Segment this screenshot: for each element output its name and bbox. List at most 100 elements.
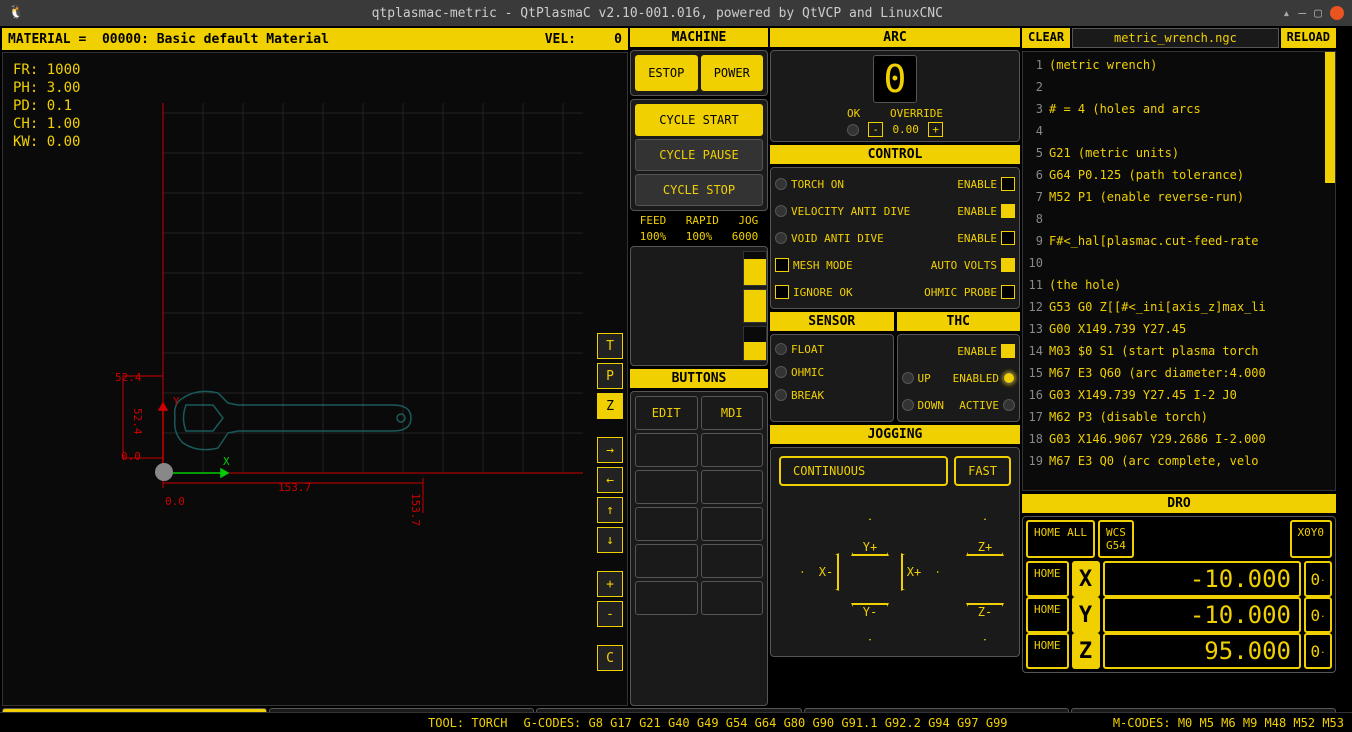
axis-x-label: X — [1072, 561, 1100, 597]
close-icon[interactable] — [1330, 6, 1344, 20]
gcode-line[interactable]: 15M67 E3 Q60 (arc diameter:4.000 — [1025, 362, 1333, 384]
jog-z-plus-button[interactable]: Z+ — [966, 518, 1004, 556]
rapid-slider[interactable] — [743, 289, 767, 324]
gcode-line[interactable]: 12G53 G0 Z[[#<_ini[axis_z]max_li — [1025, 296, 1333, 318]
x0y0-button[interactable]: X0Y0 — [1290, 520, 1333, 558]
user-button-10[interactable] — [701, 544, 764, 578]
wcs-button[interactable]: WCS G54 — [1098, 520, 1134, 558]
gcode-line[interactable]: 14M03 $0 S1 (start plasma torch — [1025, 340, 1333, 362]
gcode-line[interactable]: 10 — [1025, 252, 1333, 274]
zoom-out-button[interactable]: - — [597, 601, 623, 627]
user-button-12[interactable] — [701, 581, 764, 615]
gcode-scrollbar[interactable] — [1325, 52, 1335, 183]
jog-fast-button[interactable]: FAST — [954, 456, 1011, 486]
user-button-3[interactable] — [635, 433, 698, 467]
home-x-button[interactable]: HOME — [1026, 561, 1069, 597]
jog-x-minus-button[interactable]: X- — [801, 553, 839, 591]
minimize-icon[interactable]: — — [1298, 6, 1306, 21]
view-z-button[interactable]: Z — [597, 393, 623, 419]
auto-volts-checkbox[interactable] — [1001, 258, 1015, 272]
torch-enable-checkbox[interactable] — [1001, 177, 1015, 191]
mdi-button[interactable]: MDI — [701, 396, 764, 430]
view-clear-button[interactable]: C — [597, 645, 623, 671]
home-y-button[interactable]: HOME — [1026, 597, 1069, 633]
cycle-stop-button[interactable]: CYCLE STOP — [635, 174, 763, 206]
gcode-line[interactable]: 2 — [1025, 76, 1333, 98]
feed-slider[interactable] — [743, 251, 767, 286]
titlebar: 🐧 qtplasmac-metric - QtPlasmaC v2.10-001… — [0, 0, 1352, 26]
view-t-button[interactable]: T — [597, 333, 623, 359]
home-z-button[interactable]: HOME — [1026, 633, 1069, 669]
vad-enable-checkbox[interactable] — [1001, 204, 1015, 218]
gcode-reload-button[interactable]: RELOAD — [1281, 28, 1336, 48]
home-all-button[interactable]: HOME ALL — [1026, 520, 1095, 558]
cycle-start-button[interactable]: CYCLE START — [635, 104, 763, 136]
vad-led — [775, 205, 787, 217]
pan-up-button[interactable]: ↑ — [597, 497, 623, 523]
gcode-line[interactable]: 5G21 (metric units) — [1025, 142, 1333, 164]
gcode-line[interactable]: 8 — [1025, 208, 1333, 230]
gcode-line[interactable]: 19M67 E3 Q0 (arc complete, velo — [1025, 450, 1333, 472]
mesh-mode-checkbox[interactable] — [775, 258, 789, 272]
ignore-ok-checkbox[interactable] — [775, 285, 789, 299]
preview-panel[interactable]: FR: 1000 PH: 3.00 PD: 0.1 CH: 1.00 KW: 0… — [2, 52, 628, 706]
user-button-9[interactable] — [635, 544, 698, 578]
dro-y-offset[interactable]: 0. — [1304, 597, 1332, 633]
feed-ovr-value: 100% — [640, 230, 667, 243]
user-button-11[interactable] — [635, 581, 698, 615]
gcode-line[interactable]: 13G00 X149.739 Y27.45 — [1025, 318, 1333, 340]
gcode-filename[interactable]: metric_wrench.ngc — [1072, 28, 1279, 48]
gcode-line[interactable]: 9F#<_hal[plasmac.cut-feed-rate — [1025, 230, 1333, 252]
pan-left-button[interactable]: ← — [597, 467, 623, 493]
gcode-listing[interactable]: 1(metric wrench)23# = 4 (holes and arcs4… — [1022, 51, 1336, 491]
arc-ovr-plus-button[interactable]: + — [928, 122, 943, 137]
jog-slider[interactable] — [743, 326, 767, 361]
pan-down-button[interactable]: ↓ — [597, 527, 623, 553]
gcode-line[interactable]: 18G03 X146.9067 Y29.2686 I-2.000 — [1025, 428, 1333, 450]
maximize-icon[interactable]: ▢ — [1314, 6, 1322, 21]
thc-enable-checkbox[interactable] — [1001, 344, 1015, 358]
edit-button[interactable]: EDIT — [635, 396, 698, 430]
power-button[interactable]: POWER — [701, 55, 764, 91]
gcode-line[interactable]: 6G64 P0.125 (path tolerance) — [1025, 164, 1333, 186]
user-button-8[interactable] — [701, 507, 764, 541]
jog-x-plus-button[interactable]: X+ — [901, 553, 939, 591]
gcode-clear-button[interactable]: CLEAR — [1022, 28, 1070, 48]
jog-y-plus-button[interactable]: Y+ — [851, 518, 889, 556]
gcode-line[interactable]: 3# = 4 (holes and arcs — [1025, 98, 1333, 120]
gcode-line[interactable]: 16G03 X149.739 Y27.45 I-2 J0 — [1025, 384, 1333, 406]
arc-override-label: OVERRIDE — [890, 107, 943, 120]
thc-active-led — [1003, 399, 1015, 411]
user-button-4[interactable] — [701, 433, 764, 467]
dro-z-offset[interactable]: 0. — [1304, 633, 1332, 669]
window-title: qtplasmac-metric - QtPlasmaC v2.10-001.0… — [32, 6, 1283, 21]
gcode-line[interactable]: 7M52 P1 (enable reverse-run) — [1025, 186, 1333, 208]
user-button-5[interactable] — [635, 470, 698, 504]
estop-button[interactable]: ESTOP — [635, 55, 698, 91]
pan-right-button[interactable]: → — [597, 437, 623, 463]
velocity-value: 0 — [582, 32, 622, 47]
jog-y-minus-button[interactable]: Y- — [851, 603, 889, 641]
jog-continuous-button[interactable]: CONTINUOUS — [779, 456, 948, 486]
gcode-line[interactable]: 4 — [1025, 120, 1333, 142]
void-enable-checkbox[interactable] — [1001, 231, 1015, 245]
jog-z-minus-button[interactable]: Z- — [966, 603, 1004, 641]
gcode-line[interactable]: 17M62 P3 (disable torch) — [1025, 406, 1333, 428]
gcode-line[interactable]: 11(the hole) — [1025, 274, 1333, 296]
ohmic-probe-checkbox[interactable] — [1001, 285, 1015, 299]
user-button-7[interactable] — [635, 507, 698, 541]
mesh-label: MESH MODE — [793, 259, 927, 272]
cycle-pause-button[interactable]: CYCLE PAUSE — [635, 139, 763, 171]
view-p-button[interactable]: P — [597, 363, 623, 389]
void-label: VOID ANTI DIVE — [791, 232, 953, 245]
ignore-ok-label: IGNORE OK — [793, 286, 920, 299]
sensor-header: SENSOR — [770, 312, 894, 331]
keep-above-icon[interactable]: ▴ — [1283, 6, 1291, 21]
arc-ovr-minus-button[interactable]: - — [868, 122, 883, 137]
machine-header: MACHINE — [630, 28, 768, 47]
dro-x-offset[interactable]: 0. — [1304, 561, 1332, 597]
gcode-line[interactable]: 1(metric wrench) — [1025, 54, 1333, 76]
material-value[interactable]: 00000: Basic default Material — [102, 32, 329, 47]
user-button-6[interactable] — [701, 470, 764, 504]
zoom-in-button[interactable]: + — [597, 571, 623, 597]
